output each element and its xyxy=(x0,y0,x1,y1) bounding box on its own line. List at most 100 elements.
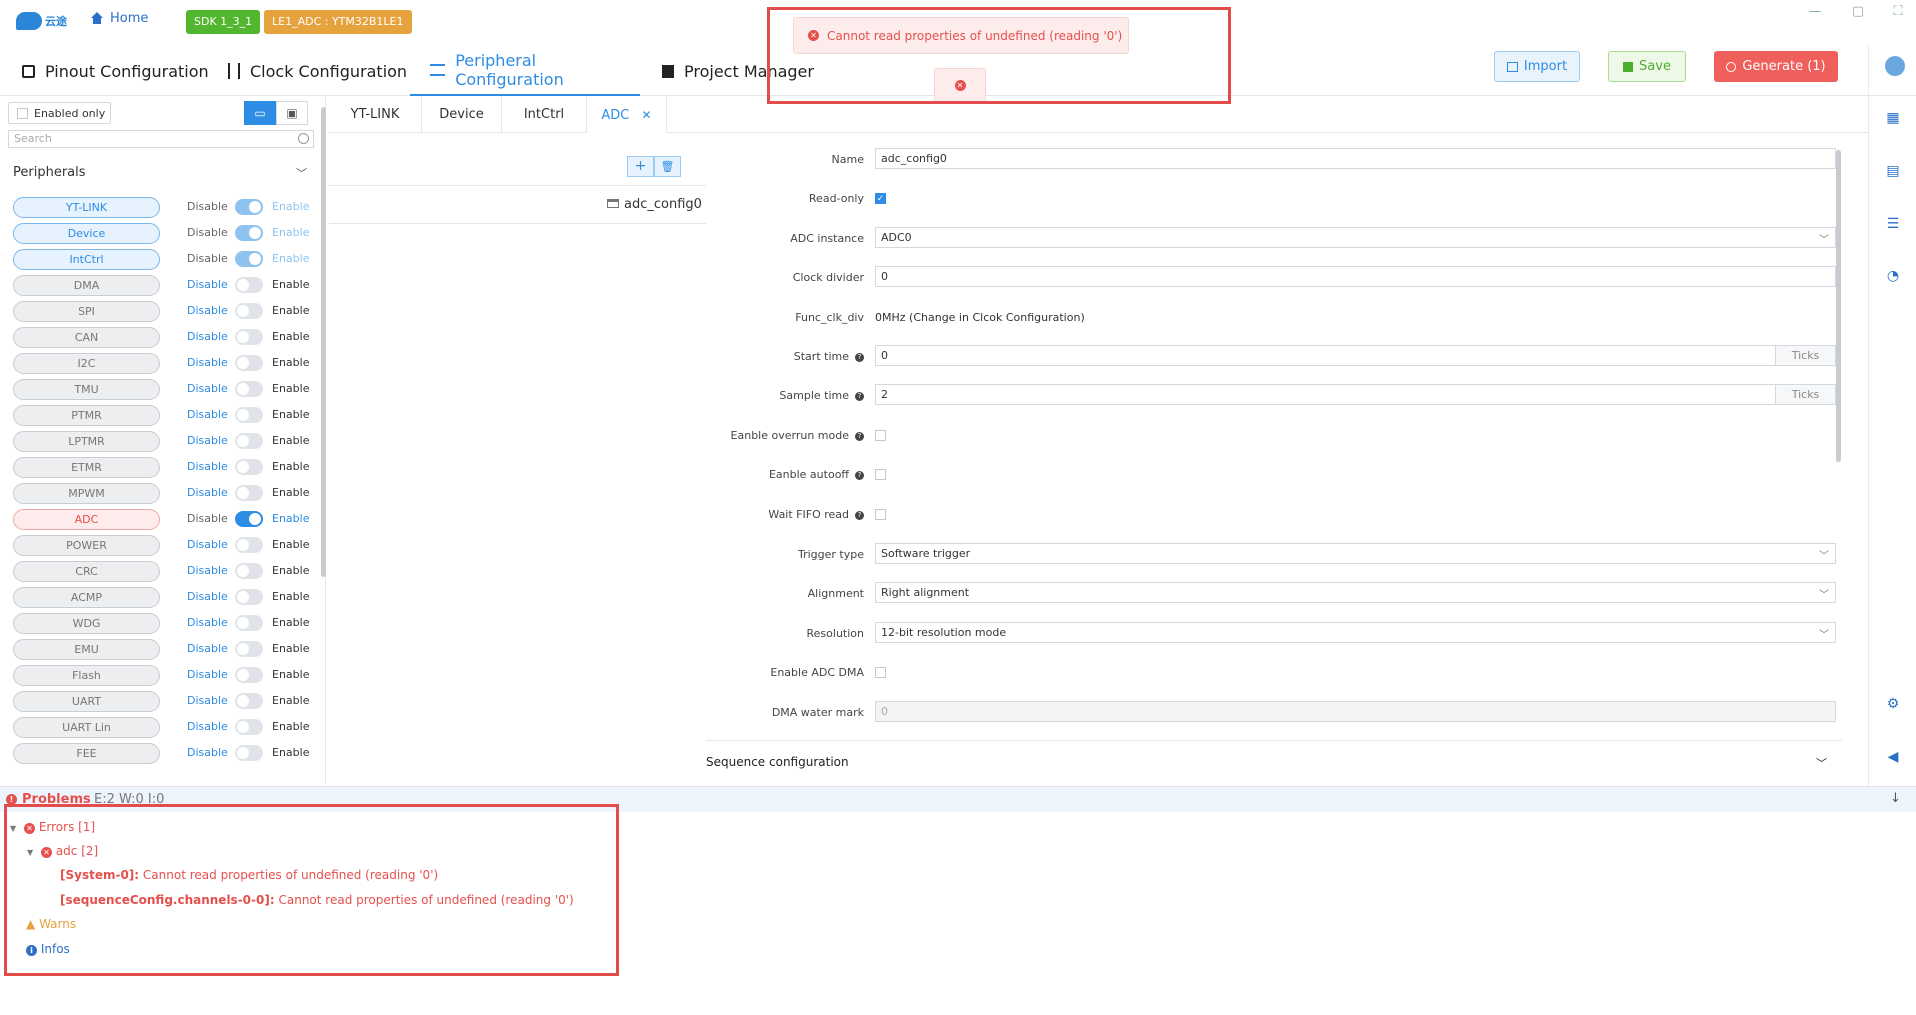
peripheral-pill[interactable]: EMU xyxy=(13,639,160,660)
add-config-button[interactable]: + xyxy=(627,156,654,177)
subtab-intctrl[interactable]: IntCtrl xyxy=(502,97,587,133)
autooff-checkbox[interactable] xyxy=(875,469,886,480)
peripheral-toggle[interactable] xyxy=(235,407,263,423)
tab-clock[interactable]: Clock Configuration xyxy=(228,46,407,96)
help-icon[interactable]: ? xyxy=(855,392,864,401)
instance-select[interactable]: ADC0 ﹀ xyxy=(875,227,1836,248)
disable-label[interactable]: Disable xyxy=(187,538,228,551)
search-input[interactable]: Search xyxy=(8,130,314,148)
enable-label[interactable]: Enable xyxy=(272,460,309,473)
disable-label[interactable]: Disable xyxy=(187,226,228,239)
disable-label[interactable]: Disable xyxy=(187,564,228,577)
peripheral-pill[interactable]: FEE xyxy=(13,743,160,764)
peripheral-pill[interactable]: DMA xyxy=(13,275,160,296)
enable-label[interactable]: Enable xyxy=(272,226,309,239)
peripheral-pill[interactable]: PTMR xyxy=(13,405,160,426)
trigger-select[interactable]: Software trigger ﹀ xyxy=(875,543,1836,564)
enable-label[interactable]: Enable xyxy=(272,434,309,447)
peripheral-pill[interactable]: ETMR xyxy=(13,457,160,478)
enable-label[interactable]: Enable xyxy=(272,382,309,395)
fifo-checkbox[interactable] xyxy=(875,509,886,520)
avatar-icon[interactable] xyxy=(1885,56,1905,76)
disable-label[interactable]: Disable xyxy=(187,304,228,317)
sample-time-input[interactable]: 2 Ticks xyxy=(875,384,1836,405)
enable-label[interactable]: Enable xyxy=(272,642,309,655)
arrow-down-icon[interactable]: ↓ xyxy=(1890,791,1901,806)
chevron-down-icon[interactable]: ﹀ xyxy=(296,165,307,181)
close-tab-icon[interactable]: ✕ xyxy=(642,108,652,122)
disable-label[interactable]: Disable xyxy=(187,720,228,733)
form-scrollbar[interactable] xyxy=(1836,150,1841,462)
clkdiv-input[interactable]: 0 xyxy=(875,266,1836,287)
disable-label[interactable]: Disable xyxy=(187,330,228,343)
peripheral-toggle[interactable] xyxy=(235,563,263,579)
disable-label[interactable]: Disable xyxy=(187,278,228,291)
enable-label[interactable]: Enable xyxy=(272,590,309,603)
disable-label[interactable]: Disable xyxy=(187,746,228,759)
disable-label[interactable]: Disable xyxy=(187,668,228,681)
tab-peripheral[interactable]: Peripheral Configuration xyxy=(410,46,640,96)
peripheral-toggle[interactable] xyxy=(235,251,263,267)
maximize-button[interactable]: ▢ xyxy=(1848,4,1868,19)
enable-label[interactable]: Enable xyxy=(272,746,309,759)
peripheral-pill[interactable]: UART xyxy=(13,691,160,712)
peripheral-pill[interactable]: WDG xyxy=(13,613,160,634)
help-icon[interactable]: ? xyxy=(855,353,864,362)
generate-button[interactable]: Generate (1) xyxy=(1714,51,1838,82)
enabled-only-checkbox[interactable]: Enabled only xyxy=(8,102,111,124)
tab-pinout[interactable]: Pinout Configuration xyxy=(22,46,209,96)
peripheral-pill[interactable]: POWER xyxy=(13,535,160,556)
peripheral-toggle[interactable] xyxy=(235,485,263,501)
peripheral-pill[interactable]: MPWM xyxy=(13,483,160,504)
peripheral-toggle[interactable] xyxy=(235,303,263,319)
peripheral-toggle[interactable] xyxy=(235,225,263,241)
help-icon[interactable]: ? xyxy=(855,432,864,441)
minimize-button[interactable]: — xyxy=(1805,4,1825,19)
peripheral-pill[interactable]: Flash xyxy=(13,665,160,686)
help-icon[interactable]: ? xyxy=(855,471,864,480)
enable-label[interactable]: Enable xyxy=(272,668,309,681)
peripheral-toggle[interactable] xyxy=(235,719,263,735)
disable-label[interactable]: Disable xyxy=(187,200,228,213)
enable-label[interactable]: Enable xyxy=(272,720,309,733)
headset-icon[interactable]: ◔ xyxy=(1885,268,1901,284)
watermark-input[interactable]: 0 xyxy=(875,701,1836,722)
collapse-left-icon[interactable]: ◀ xyxy=(1885,749,1901,765)
save-button[interactable]: Save xyxy=(1608,51,1686,82)
overrun-checkbox[interactable] xyxy=(875,430,886,441)
peripheral-toggle[interactable] xyxy=(235,615,263,631)
fullscreen-button[interactable]: ⛶ xyxy=(1888,4,1908,19)
enable-label[interactable]: Enable xyxy=(272,512,309,525)
readonly-checkbox[interactable]: ✓ xyxy=(875,193,886,204)
peripheral-toggle[interactable] xyxy=(235,537,263,553)
enable-label[interactable]: Enable xyxy=(272,252,309,265)
peripheral-toggle[interactable] xyxy=(235,589,263,605)
enable-label[interactable]: Enable xyxy=(272,564,309,577)
config-item[interactable]: adc_config0 xyxy=(329,186,706,224)
peripheral-pill[interactable]: ACMP xyxy=(13,587,160,608)
disable-label[interactable]: Disable xyxy=(187,642,228,655)
disable-label[interactable]: Disable xyxy=(187,252,228,265)
enable-label[interactable]: Enable xyxy=(272,538,309,551)
list-view-button[interactable]: ▣ xyxy=(276,101,308,125)
start-time-input[interactable]: 0 Ticks xyxy=(875,345,1836,366)
disable-label[interactable]: Disable xyxy=(187,460,228,473)
tune-icon[interactable]: ☰ xyxy=(1885,216,1901,232)
disable-label[interactable]: Disable xyxy=(187,408,228,421)
peripheral-pill[interactable]: Device xyxy=(13,223,160,244)
sequence-config-section[interactable]: Sequence configuration ﹀ xyxy=(706,740,1842,784)
gear-icon[interactable]: ⚙ xyxy=(1885,696,1901,712)
disable-label[interactable]: Disable xyxy=(187,694,228,707)
peripheral-pill[interactable]: SPI xyxy=(13,301,160,322)
peripheral-pill[interactable]: TMU xyxy=(13,379,160,400)
peripheral-toggle[interactable] xyxy=(235,329,263,345)
peripheral-pill[interactable]: UART Lin xyxy=(13,717,160,738)
peripheral-pill[interactable]: CAN xyxy=(13,327,160,348)
enable-label[interactable]: Enable xyxy=(272,694,309,707)
dma-checkbox[interactable] xyxy=(875,667,886,678)
peripheral-pill[interactable]: I2C xyxy=(13,353,160,374)
import-button[interactable]: Import xyxy=(1494,51,1580,82)
name-input[interactable]: adc_config0 xyxy=(875,148,1836,169)
disable-label[interactable]: Disable xyxy=(187,486,228,499)
peripheral-toggle[interactable] xyxy=(235,511,263,527)
